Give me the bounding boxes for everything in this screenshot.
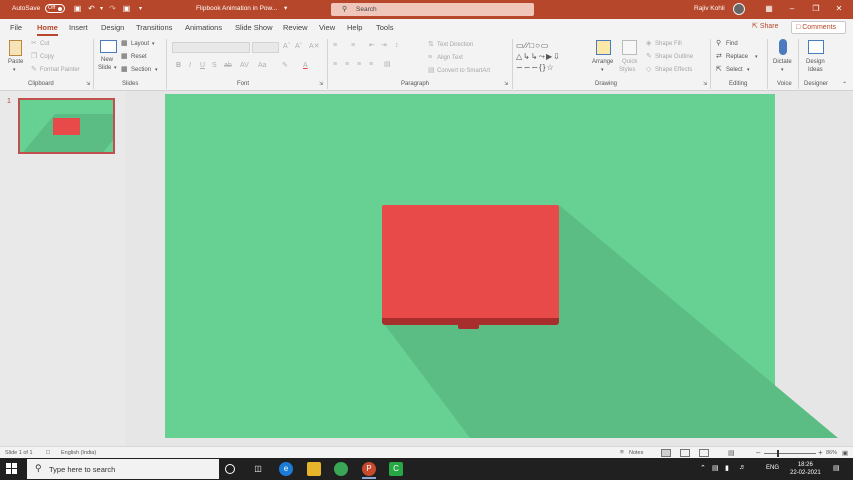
- clock-date: 22-02-2021: [790, 470, 821, 476]
- zoom-slider[interactable]: [764, 453, 816, 454]
- task-view-icon[interactable]: ◫: [251, 462, 265, 476]
- book-shape[interactable]: [382, 205, 559, 321]
- edge-icon[interactable]: e: [279, 462, 293, 476]
- zoom-level[interactable]: 86%: [826, 450, 837, 456]
- tray-overflow-icon[interactable]: ⌃: [700, 464, 706, 472]
- taskbar-search-box[interactable]: ⚲ Type here to search: [27, 459, 219, 479]
- notes-button[interactable]: Notes: [629, 450, 643, 456]
- file-explorer-icon[interactable]: [307, 462, 321, 476]
- accessibility-icon[interactable]: □: [46, 449, 50, 456]
- search-icon: ⚲: [35, 463, 42, 473]
- chrome-icon[interactable]: [334, 462, 348, 476]
- reading-view-icon[interactable]: [699, 449, 709, 457]
- cortana-icon[interactable]: [225, 464, 235, 474]
- book-tab[interactable]: [458, 318, 479, 329]
- slide-show-icon[interactable]: ▤: [728, 449, 735, 457]
- windows-taskbar: ⚲ Type here to search ◫ e P C ⌃ ▤ ▮ ♬ EN…: [0, 458, 853, 480]
- clock-time: 18:26: [797, 462, 813, 468]
- notes-icon: ≡: [620, 449, 624, 456]
- status-bar: Slide 1 of 1 □ English (India) ≡ Notes ▤…: [0, 446, 853, 458]
- volume-icon[interactable]: ♬: [739, 464, 746, 471]
- input-language[interactable]: ENG: [766, 465, 779, 471]
- zoom-slider-handle[interactable]: [777, 450, 779, 457]
- notification-center-icon[interactable]: ▤: [833, 464, 840, 472]
- zoom-out-icon[interactable]: –: [756, 448, 760, 457]
- language-status[interactable]: English (India): [61, 450, 96, 456]
- fit-slide-icon[interactable]: ▣: [842, 449, 848, 457]
- windows-start-icon[interactable]: [6, 463, 18, 475]
- camtasia-icon[interactable]: C: [389, 462, 403, 476]
- taskbar-search-placeholder: Type here to search: [49, 465, 116, 474]
- taskbar-clock[interactable]: 18:26 22-02-2021: [790, 461, 821, 477]
- zoom-in-icon[interactable]: +: [818, 448, 823, 457]
- slide-sorter-icon[interactable]: [680, 449, 690, 457]
- battery-icon[interactable]: ▮: [725, 464, 729, 472]
- powerpoint-icon[interactable]: P: [362, 462, 376, 479]
- network-icon[interactable]: ▤: [712, 464, 719, 472]
- slide-count[interactable]: Slide 1 of 1: [5, 450, 33, 456]
- normal-view-icon[interactable]: [661, 449, 671, 457]
